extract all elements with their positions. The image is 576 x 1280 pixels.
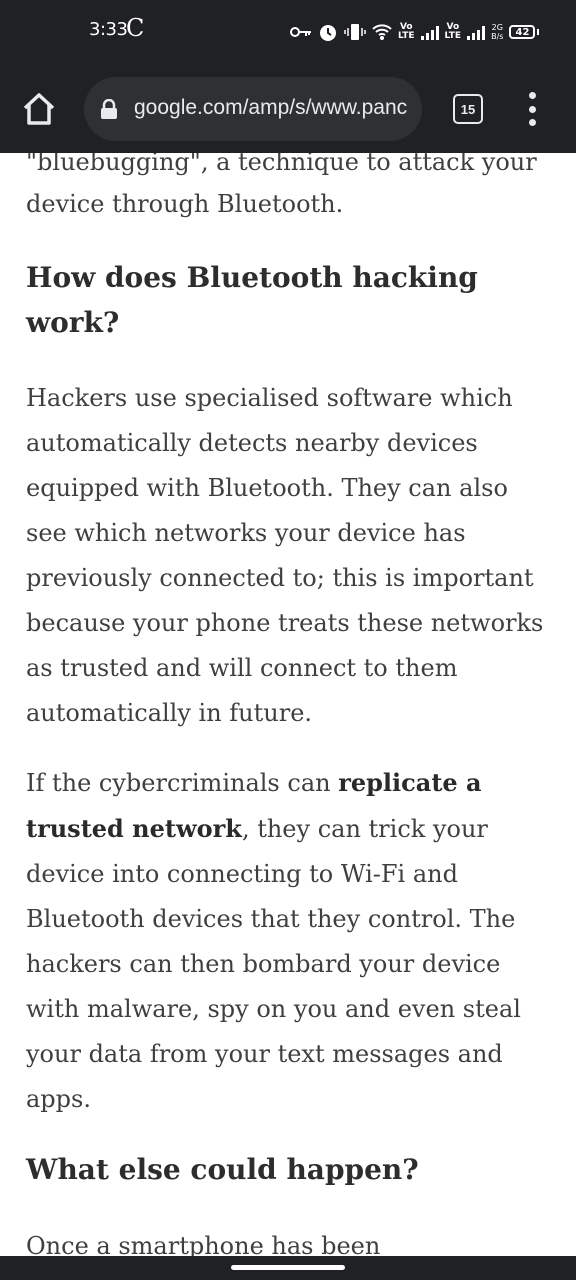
net-speed: 2G B/s xyxy=(491,23,504,41)
status-icons: Vo LTE Vo LTE 2G B/s 42 xyxy=(290,18,540,46)
para2-text-after: , they can trick your device into connec… xyxy=(26,815,521,1113)
heading-what-else: What else could happen? xyxy=(26,1153,419,1186)
browser-toolbar: google.com/amp/s/www.panc 15 xyxy=(0,66,576,153)
heading-bluetooth-hacking: How does Bluetooth hacking work? xyxy=(26,261,478,339)
carrier-glyph: C xyxy=(126,14,145,42)
battery-tip xyxy=(537,29,540,35)
more-vert-icon[interactable] xyxy=(520,92,544,126)
alarm-icon xyxy=(318,22,338,42)
status-time: 3:33 xyxy=(89,19,128,40)
gesture-nav-bar xyxy=(0,1256,576,1280)
gesture-handle[interactable] xyxy=(231,1265,345,1270)
vibrate-icon xyxy=(344,23,366,41)
tabs-icon[interactable]: 15 xyxy=(453,94,483,124)
paragraph-hackers: Hackers use specialised software which a… xyxy=(26,384,544,727)
volte-label-2: Vo LTE xyxy=(444,22,462,41)
status-bar: 3:33 C Vo LTE Vo LTE 2G B/s 42 xyxy=(0,0,576,66)
url-bar[interactable]: google.com/amp/s/www.panc xyxy=(84,77,422,141)
battery-icon: 42 xyxy=(509,25,536,39)
wifi-icon xyxy=(372,23,392,41)
volte-label-1: Vo LTE xyxy=(398,22,415,41)
signal-icon-2 xyxy=(467,24,486,40)
signal-icon xyxy=(420,24,439,40)
paragraph-cybercriminals: If the cybercriminals can replicate a tr… xyxy=(26,760,556,1122)
url-text: google.com/amp/s/www.panc xyxy=(134,96,408,119)
key-icon xyxy=(290,26,312,38)
browser-chrome: 3:33 C Vo LTE Vo LTE 2G B/s 42 google.co… xyxy=(0,0,576,153)
home-icon[interactable] xyxy=(20,90,58,128)
para2-text-before: If the cybercriminals can xyxy=(26,769,339,797)
paragraph-end: device through Bluetooth. xyxy=(26,190,344,218)
lock-icon xyxy=(100,98,118,119)
